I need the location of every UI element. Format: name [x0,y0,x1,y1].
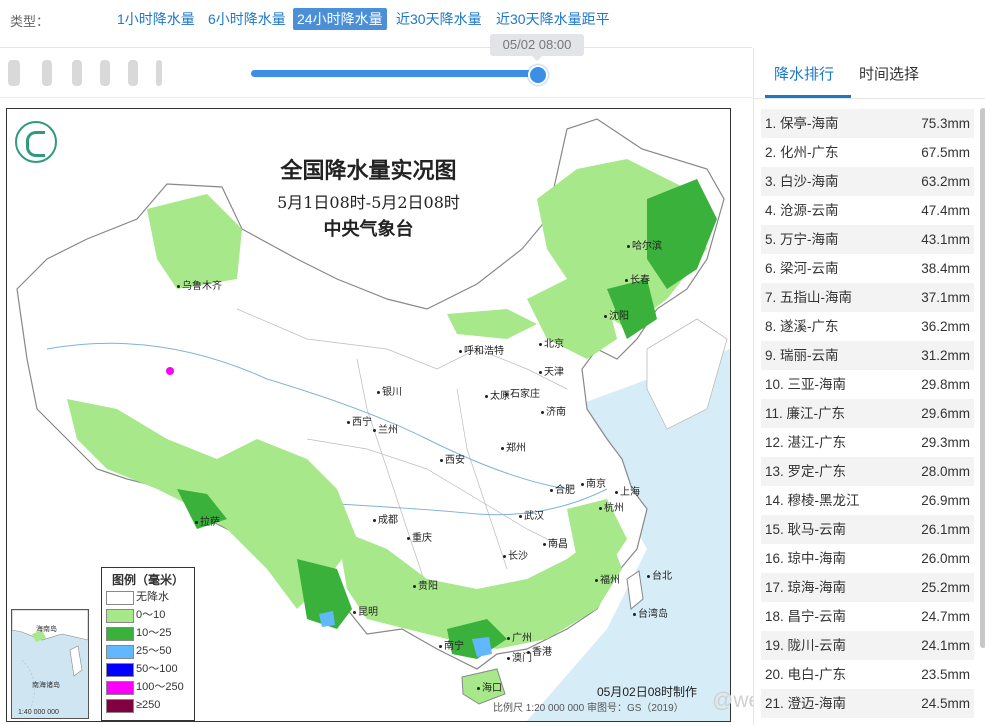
city-label: 重庆 [407,529,432,544]
divider [754,98,985,99]
ranking-row[interactable]: 2. 化州-广东 67.5mm [761,138,974,167]
legend-item: ≥250 [102,696,194,714]
city-label: 澳门 [507,649,532,664]
city-label: 海口 [477,679,502,694]
city-label: 乌鲁木齐 [177,277,222,292]
city-label: 银川 [377,383,402,398]
ranking-row[interactable]: 7. 五指山-海南 37.1mm [761,283,974,312]
ranking-list: 1. 保亭-海南 75.3mm 2. 化州-广东 67.5mm 3. 白沙-海南 63… [761,109,974,718]
map-footer: 比例尺 1:20 000 000 审图号：GS（2019） [493,703,684,714]
ranking-row[interactable]: 10. 三亚-海南 29.8mm [761,370,974,399]
tab-6h-precip[interactable]: 6小时降水量 [204,8,290,30]
city-label: 石家庄 [505,385,540,400]
ranking-row[interactable]: 5. 万宁-海南 43.1mm [761,225,974,254]
ranking-row[interactable]: 19. 陇川-云南 24.1mm [761,631,974,660]
ranking-row[interactable]: 6. 梁河-云南 38.4mm [761,254,974,283]
divider [0,47,752,48]
city-label: 南昌 [543,535,568,550]
map-issuer: 中央气象台 [323,219,414,240]
ranking-row[interactable]: 1. 保亭-海南 75.3mm [761,109,974,138]
city-label: 台湾岛 [633,605,668,620]
ranking-row[interactable]: 15. 耿马-云南 26.1mm [761,515,974,544]
city-label: 呼和浩特 [459,342,504,357]
ranking-scrollbar[interactable] [980,108,985,648]
legend-item: 25～50 [102,642,194,660]
ranking-row[interactable]: 16. 琼中-海南 26.0mm [761,544,974,573]
legend-item: 50～100 [102,660,194,678]
city-label: 南宁 [439,637,464,652]
legend-title: 图例（毫米） [111,573,184,587]
time-slider-track[interactable] [251,70,541,77]
city-label: 济南 [541,403,566,418]
map-made-time: 05月02日08时制作 [597,685,698,699]
city-label: 合肥 [550,481,575,496]
tab-time-select[interactable]: 时间选择 [859,63,919,84]
ranking-row[interactable]: 17. 琼海-海南 25.2mm [761,573,974,602]
city-label: 成都 [373,511,398,526]
city-label: 哈尔滨 [627,237,662,252]
south-china-sea-inset: 海南岛 南海诸岛 1:40 000 000 [11,609,89,719]
precipitation-map: 全国降水量实况图 5月1日08时-5月2日08时 中央气象台 乌鲁木齐 哈尔滨 … [6,108,731,722]
city-label: 郑州 [501,439,526,454]
city-label: 兰州 [373,421,398,436]
map-legend: 图例（毫米） 无降水 0～10 10～25 25～50 50～100 100～2… [101,567,195,721]
map-title: 全国降水量实况图 [280,158,457,184]
city-label: 贵阳 [413,577,438,592]
ranking-row[interactable]: 13. 罗定-广东 28.0mm [761,457,974,486]
city-label: 杭州 [599,499,624,514]
legend-item: 100～250 [102,678,194,696]
ranking-row[interactable]: 4. 沧源-云南 47.4mm [761,196,974,225]
inset-label: 南海诸岛 [32,682,60,689]
city-label: 长沙 [503,547,528,562]
city-label: 长春 [625,271,650,286]
divider [0,97,752,98]
tab-1h-precip[interactable]: 1小时降水量 [113,8,199,30]
city-label: 昆明 [353,603,378,618]
city-label: 拉萨 [195,513,220,528]
city-label: 广州 [507,629,532,644]
tab-30d-precip[interactable]: 近30天降水量 [392,8,486,30]
tab-precip-ranking[interactable]: 降水排行 [774,63,834,84]
inset-label: 海南岛 [36,626,57,633]
city-label: 西宁 [347,413,372,428]
time-slider-handle[interactable] [528,65,548,85]
ranking-row[interactable]: 14. 穆棱-黑龙江 26.9mm [761,486,974,515]
legend-item: 0～10 [102,606,194,624]
ranking-row[interactable]: 8. 遂溪-广东 36.2mm [761,312,974,341]
city-label: 北京 [539,335,564,350]
inset-scale: 1:40 000 000 [18,709,59,716]
city-label: 天津 [539,363,564,378]
ranking-panel: 降水排行 时间选择 1. 保亭-海南 75.3mm 2. 化州-广东 67.5mm … [753,48,985,725]
type-label: 类型： [10,14,50,29]
ranking-row[interactable]: 9. 瑞丽-云南 31.2mm [761,341,974,370]
city-label: 台北 [647,567,672,582]
city-label: 上海 [615,483,640,498]
map-period: 5月1日08时-5月2日08时 [277,193,460,212]
city-label: 西安 [440,451,465,466]
tab-24h-precip[interactable]: 24小时降水量 [293,8,387,30]
city-label: 武汉 [519,507,544,522]
time-tooltip: 05/02 08:00 [490,34,584,61]
city-label: 福州 [595,571,620,586]
ranking-row[interactable]: 20. 电白-广东 23.5mm [761,660,974,689]
ranking-row[interactable]: 11. 廉江-广东 29.6mm [761,399,974,428]
legend-item: 10～25 [102,624,194,642]
ranking-row[interactable]: 21. 澄迈-海南 24.5mm [761,689,974,718]
ranking-row[interactable]: 3. 白沙-海南 63.2mm [761,167,974,196]
ranking-row[interactable]: 12. 湛江-广东 29.3mm [761,428,974,457]
city-label: 沈阳 [604,307,629,322]
ranking-row[interactable]: 18. 昌宁-云南 24.7mm [761,602,974,631]
legend-item: 无降水 [102,588,194,606]
tab-30d-anomaly[interactable]: 近30天降水量距平 [492,8,614,30]
city-label: 南京 [581,475,606,490]
